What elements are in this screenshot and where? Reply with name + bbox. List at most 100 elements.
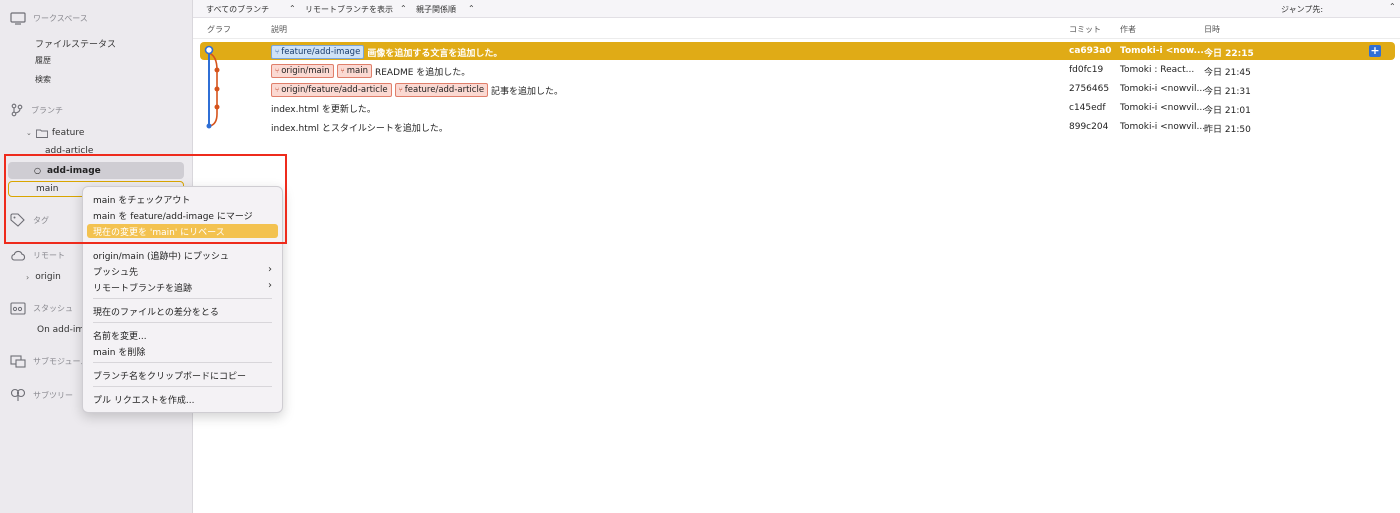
menu-separator — [93, 243, 272, 244]
commit-row[interactable]: index.html とスタイルシートを追加した。 899c204 Tomoki… — [200, 118, 1395, 136]
subtree-icon — [10, 388, 26, 401]
submodule-icon — [10, 355, 26, 368]
commit-author: Tomoki : React... — [1120, 65, 1195, 75]
commit-message: index.html とスタイルシートを追加した。 — [271, 124, 448, 134]
sidebar-group-tags[interactable]: タグ — [10, 213, 49, 227]
menu-item-pull-request[interactable]: プル リクエストを作成... — [93, 393, 194, 406]
column-description[interactable]: 説明 — [271, 24, 287, 35]
sidebar-group-label: スタッシュ — [33, 304, 73, 313]
commit-row[interactable]: ⑂ origin/feature/add-article ⑂ feature/add… — [200, 80, 1395, 98]
jump-to-label[interactable]: ジャンプ先: — [1281, 4, 1323, 15]
chevron-right-icon: › — [268, 280, 272, 291]
commit-hash: 899c204 — [1069, 122, 1109, 132]
stash-icon — [10, 302, 26, 315]
folder-label: feature — [51, 128, 85, 138]
menu-item-rebase[interactable]: 現在の変更を 'main' にリベース — [87, 224, 278, 238]
chevron-down-icon: ⌄ — [26, 129, 32, 137]
branch-tag[interactable]: ⑂ origin/main — [271, 64, 334, 78]
branch-context-menu: main をチェックアウト main を feature/add-image に… — [82, 186, 283, 413]
sidebar-folder-feature[interactable]: ⌄ feature — [26, 128, 84, 138]
commit-author: Tomoki-i <now... — [1120, 46, 1204, 56]
commit-author: Tomoki-i <nowvil... — [1120, 122, 1206, 132]
commit-date: 今日 21:31 — [1204, 87, 1251, 97]
stepper-icon: ⌃ — [1389, 2, 1396, 11]
branch-icon: ⑂ — [275, 67, 280, 75]
stepper-icon: ⌃ — [289, 4, 296, 13]
commit-hash: 2756465 — [1069, 84, 1110, 94]
column-commit[interactable]: コミット — [1069, 24, 1101, 35]
commit-date: 今日 21:45 — [1204, 68, 1251, 78]
sidebar-group-branches[interactable]: ブランチ — [10, 103, 63, 117]
menu-separator — [93, 298, 272, 299]
commit-graph — [204, 45, 220, 129]
branch-tag[interactable]: ⑂ feature/add-image — [271, 45, 365, 59]
column-graph[interactable]: グラフ — [207, 24, 231, 35]
branch-label: add-image — [46, 165, 101, 176]
menu-item-diff[interactable]: 現在のファイルとの差分をとる — [93, 305, 219, 318]
menu-separator — [93, 362, 272, 363]
branch-icon: ⑂ — [340, 67, 345, 75]
sidebar-stash-item[interactable]: On add-im — [37, 325, 84, 335]
graph-node — [214, 86, 220, 92]
commit-date: 今日 21:01 — [1204, 106, 1251, 116]
commit-author: Tomoki-i <nowvil... — [1120, 103, 1206, 113]
add-icon[interactable]: + — [1369, 45, 1381, 57]
commit-row[interactable]: index.html を更新した。 c145edf Tomoki-i <nowv… — [200, 99, 1395, 117]
history-toolbar: すべてのブランチ ⌃ リモートブランチを表示 ⌃ 親子関係順 ⌃ ジャンプ先: … — [193, 0, 1400, 18]
sidebar-branch-add-image[interactable]: ○ add-image — [8, 162, 184, 179]
commit-hash: c145edf — [1069, 103, 1106, 113]
menu-separator — [93, 322, 272, 323]
sidebar-item-file-status[interactable]: ファイルステータス — [35, 37, 116, 50]
stepper-icon: ⌃ — [468, 4, 475, 13]
sidebar-item-search[interactable]: 検索 — [35, 74, 51, 85]
sidebar-group-label: サブモジュール — [33, 357, 89, 366]
branch-tag[interactable]: ⑂ origin/feature/add-article — [271, 83, 392, 97]
sidebar-group-workspace[interactable]: ワークスペース — [10, 12, 88, 25]
menu-item-delete[interactable]: main を削除 — [93, 345, 145, 358]
branch-icon: ⑂ — [275, 48, 280, 56]
menu-item-rename[interactable]: 名前を変更... — [93, 329, 147, 342]
commit-author: Tomoki-i <nowvil... — [1120, 84, 1206, 94]
sidebar-branch-add-article[interactable]: add-article — [45, 146, 93, 156]
tag-icon — [10, 213, 25, 227]
sort-select[interactable]: 親子関係順 — [416, 4, 456, 15]
commit-message: README を追加した。 — [374, 67, 471, 78]
menu-item-merge[interactable]: main を feature/add-image にマージ — [93, 209, 253, 222]
graph-node — [214, 104, 220, 110]
commit-row[interactable]: ⑂ origin/main ⑂ main README を追加した。 fd0fc19… — [200, 61, 1395, 79]
sidebar-group-submodules[interactable]: サブモジュール — [10, 355, 88, 368]
menu-item-copy-name[interactable]: ブランチ名をクリップボードにコピー — [93, 369, 246, 382]
commit-date: 今日 22:15 — [1204, 49, 1254, 59]
sidebar-group-stash[interactable]: スタッシュ — [10, 302, 73, 315]
commit-row[interactable]: ⑂ feature/add-image 画像を追加する文言を追加した。 ca693… — [200, 42, 1395, 60]
commit-table-header: グラフ 説明 コミット 作者 日時 — [193, 18, 1400, 39]
branch-tag[interactable]: ⑂ feature/add-article — [394, 83, 489, 97]
commit-message: 画像を追加する文言を追加した。 — [367, 48, 503, 59]
chevron-right-icon: › — [268, 264, 272, 275]
menu-item-push-to[interactable]: プッシュ先 — [93, 265, 138, 278]
folder-icon — [35, 129, 48, 138]
stepper-icon: ⌃ — [400, 4, 407, 13]
branch-icon: ⑂ — [275, 86, 280, 94]
graph-node — [214, 67, 220, 73]
column-date[interactable]: 日時 — [1204, 24, 1220, 35]
menu-item-push[interactable]: origin/main (追跡中) にプッシュ — [93, 249, 229, 262]
sidebar-group-subtrees[interactable]: サブツリー — [10, 388, 73, 402]
sidebar-remote-origin[interactable]: › origin — [26, 272, 61, 282]
menu-item-checkout[interactable]: main をチェックアウト — [93, 193, 190, 206]
graph-node-head — [204, 45, 214, 55]
branch-icon — [11, 103, 23, 117]
branches-select[interactable]: すべてのブランチ — [206, 4, 269, 15]
sidebar-item-history[interactable]: 履歴 — [35, 55, 51, 66]
branch-label: main — [36, 184, 59, 194]
cloud-icon — [11, 250, 26, 261]
menu-item-track-remote[interactable]: リモートブランチを追跡 — [93, 281, 192, 294]
remote-label: origin — [35, 272, 61, 282]
sidebar-group-remotes[interactable]: リモート — [10, 250, 65, 261]
commit-date: 昨日 21:50 — [1204, 125, 1251, 135]
column-author[interactable]: 作者 — [1120, 24, 1136, 35]
monitor-icon — [10, 12, 26, 25]
sidebar-group-label: タグ — [33, 215, 49, 225]
branch-tag[interactable]: ⑂ main — [336, 64, 372, 78]
remote-branches-toggle[interactable]: リモートブランチを表示 — [305, 4, 393, 15]
